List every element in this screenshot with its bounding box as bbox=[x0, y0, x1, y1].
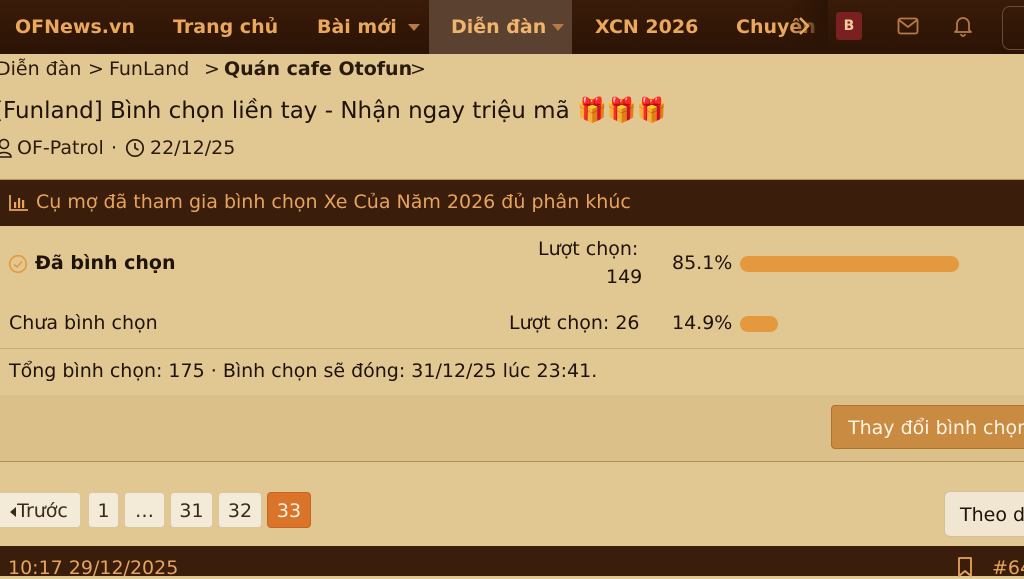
poll-option-votes: Lượt chọn: bbox=[538, 238, 639, 260]
prev-page-button[interactable]: Trước bbox=[0, 492, 81, 528]
breadcrumb-separator-icon: > bbox=[410, 58, 426, 80]
chart-bar-icon bbox=[9, 195, 28, 211]
nav-home[interactable]: Trang chủ bbox=[173, 0, 278, 54]
page-title: [Funland] Bình chọn liền tay - Nhận ngay… bbox=[0, 96, 667, 124]
change-vote-button[interactable]: Thay đổi bình chọn bbox=[831, 405, 1024, 449]
poll-option-percent: 14.9% bbox=[672, 312, 733, 334]
thread-author[interactable]: OF-Patrol bbox=[17, 137, 104, 159]
poll-summary: Tổng bình chọn: 175 · Bình chọn sẽ đóng:… bbox=[9, 360, 598, 382]
post-header: 10:17 29/12/2025 #64 bbox=[0, 546, 1024, 579]
top-nav-bar: OFNews.vn Trang chủ Bài mới Diễn đàn XCN… bbox=[0, 0, 1024, 54]
breadcrumb-funland[interactable]: FunLand bbox=[109, 58, 189, 80]
new-posts-dropdown-icon[interactable] bbox=[408, 24, 420, 31]
forums-dropdown-icon[interactable] bbox=[552, 24, 564, 31]
check-circle-icon bbox=[8, 254, 28, 274]
poll-question: Cụ mợ đã tham gia bình chọn Xe Của Năm 2… bbox=[36, 191, 631, 213]
prev-page-label: Trước bbox=[17, 500, 68, 522]
page-32[interactable]: 32 bbox=[218, 492, 262, 528]
poll-header: Cụ mợ đã tham gia bình chọn Xe Của Năm 2… bbox=[0, 179, 1024, 226]
bell-icon[interactable] bbox=[953, 15, 973, 37]
user-icon bbox=[0, 138, 12, 158]
site-logo-link[interactable]: OFNews.vn bbox=[15, 0, 135, 54]
poll-option-votes: Lượt chọn: 26 bbox=[509, 312, 640, 334]
poll-option-percent: 85.1% bbox=[672, 252, 733, 274]
poll-option-label: Chưa bình chọn bbox=[9, 312, 158, 334]
sort-button[interactable]: Theo d bbox=[944, 491, 1024, 537]
clock-icon bbox=[125, 138, 145, 158]
thread-date: 22/12/25 bbox=[150, 137, 236, 159]
chevron-right-icon[interactable] bbox=[797, 15, 811, 37]
page-33[interactable]: 33 bbox=[267, 492, 311, 528]
mail-icon[interactable] bbox=[897, 17, 919, 35]
poll-option-bar-fill bbox=[740, 256, 959, 272]
gift-icon: 🎁🎁🎁 bbox=[577, 96, 667, 124]
page-ellipsis[interactable]: … bbox=[124, 492, 165, 528]
page-31[interactable]: 31 bbox=[170, 492, 213, 528]
poll-divider bbox=[0, 348, 1024, 349]
poll-option-bar-fill bbox=[740, 316, 779, 332]
thread-title-text: [Funland] Bình chọn liền tay - Nhận ngay… bbox=[0, 98, 570, 124]
meta-separator: · bbox=[111, 137, 118, 159]
breadcrumb-forums[interactable]: Diễn đàn bbox=[0, 58, 81, 80]
breadcrumb-separator-icon: > bbox=[88, 58, 104, 80]
poll-option-bar bbox=[740, 316, 997, 332]
nav-forums-label: Diễn đàn bbox=[451, 16, 547, 38]
nav-new-posts[interactable]: Bài mới bbox=[317, 0, 397, 54]
avatar[interactable]: B bbox=[836, 12, 862, 40]
poll-option-label: Đã bình chọn bbox=[35, 252, 176, 274]
search-icon[interactable] bbox=[1002, 6, 1024, 50]
caret-left-icon bbox=[10, 507, 17, 517]
nav-forums[interactable]: Diễn đàn bbox=[429, 0, 572, 54]
breadcrumb-cafe-otofun[interactable]: Quán cafe Otofun bbox=[224, 58, 412, 80]
breadcrumb-separator-icon: > bbox=[204, 58, 220, 80]
nav-xcn-2026[interactable]: XCN 2026 bbox=[595, 0, 698, 54]
bookmark-icon[interactable] bbox=[957, 557, 973, 577]
page-1[interactable]: 1 bbox=[88, 492, 119, 528]
poll-option-bar bbox=[740, 256, 997, 272]
poll-option-votes-count: 149 bbox=[606, 266, 643, 288]
